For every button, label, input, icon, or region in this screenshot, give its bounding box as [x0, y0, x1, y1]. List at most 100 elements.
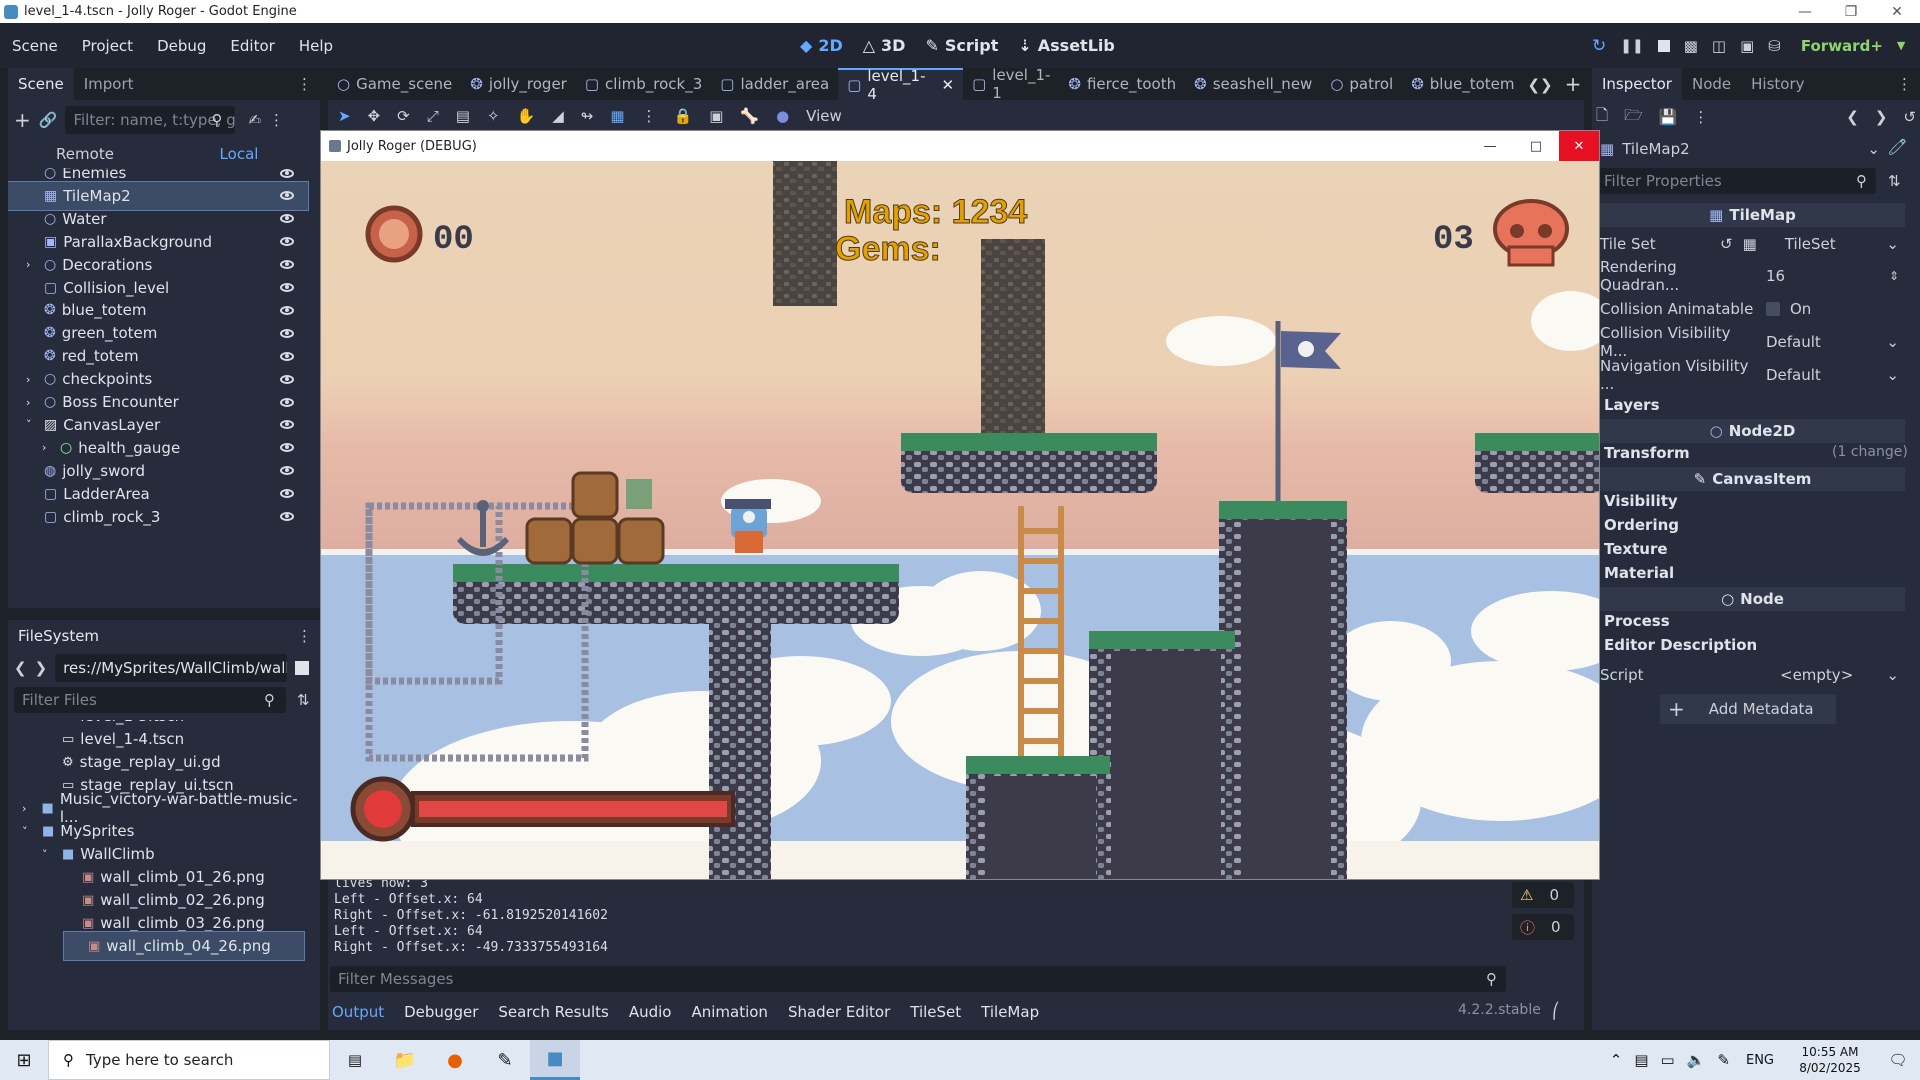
script-add-icon[interactable]: ✍ [248, 111, 261, 129]
select-tool-icon[interactable]: ➤ [338, 107, 351, 125]
workspace-2d-button[interactable]: ◆ 2D [790, 36, 853, 55]
add-tab-icon[interactable]: + [1557, 68, 1590, 100]
file-item[interactable]: ▣ wall_climb_04_26.png [63, 931, 305, 961]
lock-icon[interactable]: 🔒 [674, 107, 693, 125]
minimize-icon[interactable]: — [1467, 139, 1513, 154]
movie-maker-icon[interactable]: ⛁ [1768, 37, 1781, 55]
app-icon[interactable]: ✎ [480, 1050, 530, 1071]
network-icon[interactable]: ▤ [1628, 1051, 1654, 1069]
rendering-quadrant-value[interactable]: 16 [1766, 267, 1785, 285]
windows-start-icon[interactable]: ⊞ [0, 1050, 48, 1071]
scene-node-climb-rock-3[interactable]: ▢ climb_rock_3 [8, 503, 308, 531]
errors-count[interactable]: ⓘ 0 [1512, 914, 1574, 940]
visibility-eye-icon[interactable] [280, 305, 294, 315]
move-tool-icon[interactable]: ✥ [368, 107, 381, 125]
close-icon[interactable]: ✕ [1874, 4, 1920, 20]
pivot-icon[interactable]: ✧ [487, 107, 500, 125]
tab-inspector[interactable]: Inspector [1592, 68, 1682, 100]
editor-tab-level-1-1[interactable]: ▢ level_1-1 [963, 66, 1059, 102]
maximize-icon[interactable]: ❐ [1828, 4, 1874, 20]
editor-description-section[interactable]: Editor Description [1604, 636, 1757, 654]
material-section[interactable]: Material [1604, 564, 1674, 582]
selectable-icon[interactable]: ▤ [456, 107, 470, 125]
split-view-icon[interactable] [295, 661, 310, 675]
notification-icon[interactable]: 🗨 [1876, 1051, 1920, 1069]
show-hidden-icon[interactable]: ⌃ [1604, 1051, 1629, 1069]
visibility-eye-icon[interactable] [280, 512, 294, 521]
kebab-menu-icon[interactable]: ⋮ [642, 107, 657, 125]
bottom-tab-audio[interactable]: Audio [629, 1003, 672, 1021]
visibility-eye-icon[interactable] [280, 237, 294, 247]
game-viewport[interactable]: 00 Maps: 1234 Gems: 03 [321, 161, 1599, 879]
history-forward-icon[interactable]: ❯ [1875, 108, 1888, 126]
maximize-icon[interactable]: □ [1513, 139, 1559, 154]
stop-icon[interactable] [1657, 39, 1670, 52]
menu-scene[interactable]: Scene [0, 37, 70, 55]
add-node-icon[interactable]: + [14, 108, 31, 132]
pen-icon[interactable]: ✎ [1711, 1051, 1736, 1069]
transform-section[interactable]: Transform [1604, 444, 1690, 462]
editor-tab-fierce-tooth[interactable]: ❂ fierce_tooth [1059, 68, 1185, 100]
workspace-3d-button[interactable]: △ 3D [853, 36, 916, 55]
play-custom-icon[interactable]: ▣ [1740, 37, 1754, 55]
spinner-icon[interactable]: ⇕ [1889, 269, 1899, 283]
history-back-icon[interactable]: ❮ [1846, 108, 1859, 126]
volume-icon[interactable]: 🔈 [1681, 1051, 1712, 1069]
bottom-tab-search-results[interactable]: Search Results [498, 1003, 608, 1021]
visibility-eye-icon[interactable] [280, 191, 294, 201]
bottom-tab-debugger[interactable]: Debugger [404, 1003, 478, 1021]
sort-icon[interactable]: ⇅ [297, 691, 310, 709]
chevron-down-icon[interactable]: ˅ [26, 418, 40, 431]
scene-filter-input[interactable]: Filter: name, t:type, g: [65, 106, 236, 134]
visibility-section[interactable]: Visibility [1604, 492, 1678, 510]
editor-tab-jolly-roger[interactable]: ❂ jolly_roger [461, 68, 576, 100]
ordering-section[interactable]: Ordering [1604, 516, 1679, 534]
visibility-eye-icon[interactable] [280, 328, 294, 338]
revert-icon[interactable]: ↺ [1720, 235, 1733, 253]
local-tab[interactable]: Local [162, 145, 316, 163]
view-menu[interactable]: View [806, 107, 842, 125]
editor-tab-ladder-area[interactable]: ▢ ladder_area [711, 68, 838, 100]
editor-tab-climb-rock-3[interactable]: ▢ climb_rock_3 [576, 68, 711, 100]
remote-debug-icon[interactable]: ▩ [1684, 37, 1698, 55]
tab-history[interactable]: History [1741, 68, 1814, 100]
editor-tab-level-1-4[interactable]: ▢ level_1-4 ✕ [838, 67, 964, 103]
visibility-eye-icon[interactable] [280, 168, 294, 178]
scale-tool-icon[interactable]: ⤢ [427, 107, 439, 125]
kebab-menu-icon[interactable]: ⋮ [297, 75, 312, 93]
scroll-tabs-icon[interactable]: ❮❯ [1523, 68, 1556, 100]
smart-snap-icon[interactable]: ↬ [581, 107, 594, 125]
editor-tab-patrol[interactable]: ○ patrol [1321, 68, 1402, 100]
back-icon[interactable]: ❮ [14, 659, 27, 677]
close-tab-icon[interactable]: ✕ [942, 76, 955, 94]
file-explorer-icon[interactable]: 📁 [380, 1050, 430, 1071]
skeleton-icon[interactable]: 🦴 [740, 107, 759, 125]
display-icon[interactable]: ▭ [1655, 1051, 1681, 1069]
workspace-assetlib-button[interactable]: ⇣ AssetLib [1008, 36, 1124, 55]
editor-tab-game-scene[interactable]: ○ Game_scene [328, 68, 461, 100]
reload-icon[interactable]: ↻ [1592, 36, 1606, 56]
ruler-icon[interactable]: ◢ [552, 107, 564, 125]
new-resource-icon[interactable]: 🗋 [1596, 105, 1608, 130]
firefox-icon[interactable]: ● [430, 1050, 480, 1071]
taskbar-search-box[interactable]: ⚲ Type here to search [48, 1040, 330, 1080]
bottom-tab-animation[interactable]: Animation [691, 1003, 767, 1021]
visibility-eye-icon[interactable] [280, 374, 294, 384]
tab-import[interactable]: Import [74, 68, 144, 100]
visibility-eye-icon[interactable] [280, 351, 294, 361]
visibility-eye-icon[interactable] [280, 466, 294, 476]
grid-snap-icon[interactable]: ▦ [610, 107, 624, 125]
chevron-down-icon[interactable]: ⌄ [1886, 366, 1899, 384]
visibility-eye-icon[interactable] [280, 443, 294, 453]
filter-properties-input[interactable]: Filter Properties [1596, 168, 1876, 194]
chevron-right-icon[interactable]: › [26, 396, 40, 409]
task-view-icon[interactable]: ▤ [330, 1051, 380, 1069]
tab-scene[interactable]: Scene [8, 68, 74, 100]
rotate-tool-icon[interactable]: ⟳ [397, 107, 410, 125]
visibility-eye-icon[interactable] [280, 397, 294, 407]
save-resource-icon[interactable]: 💾 [1659, 108, 1678, 126]
menu-debug[interactable]: Debug [145, 37, 218, 55]
layers-section[interactable]: Layers [1604, 396, 1660, 414]
menu-help[interactable]: Help [287, 37, 345, 55]
inspector-node-selector[interactable]: ▦ TileMap2 ⌄ [1600, 136, 1880, 162]
